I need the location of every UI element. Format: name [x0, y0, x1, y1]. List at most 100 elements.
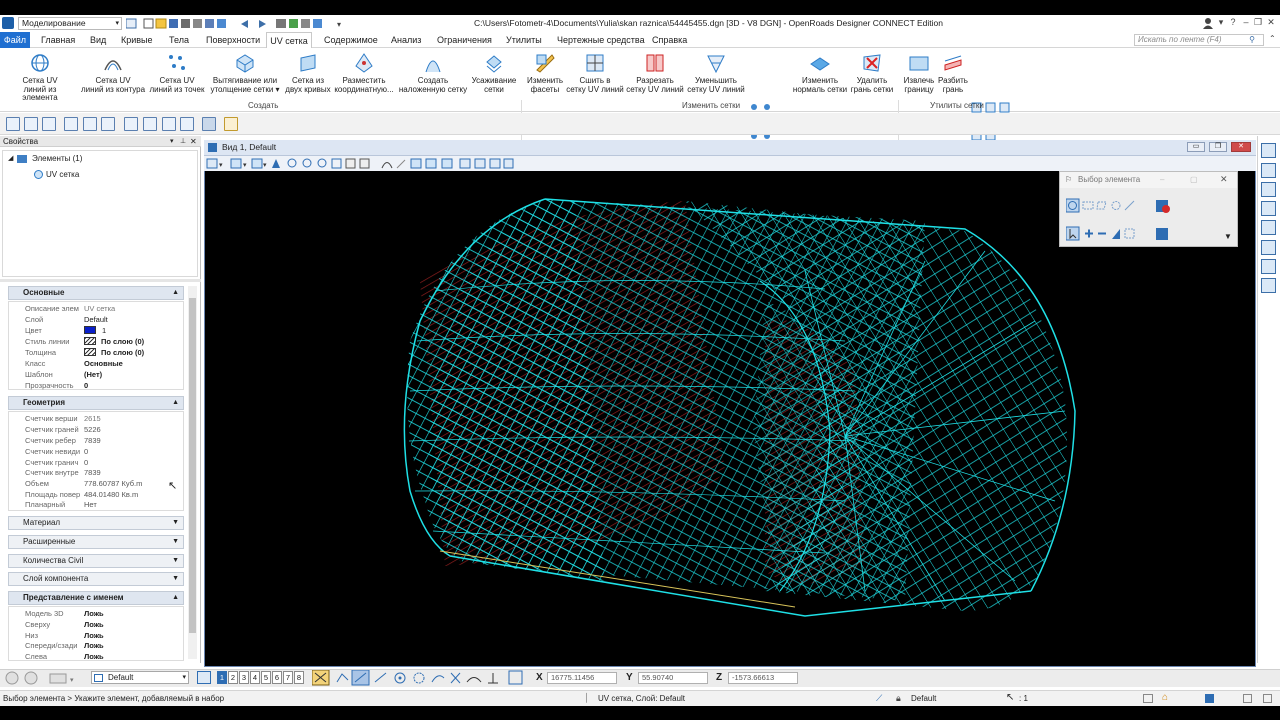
tool-icon-6[interactable]	[101, 117, 115, 131]
status-icon-1[interactable]	[1143, 694, 1153, 703]
tool-icon-1[interactable]	[6, 117, 20, 131]
prop-value[interactable]: По слою (0)	[101, 347, 144, 358]
tree-root-label[interactable]: Элементы (1)	[32, 154, 82, 164]
prop-value[interactable]: (Нет)	[84, 369, 102, 380]
picker-expand-icon[interactable]: ▼	[1224, 232, 1232, 241]
tool-icon-5[interactable]	[83, 117, 97, 131]
quick-access-icons[interactable]: ▾	[125, 18, 344, 29]
picker-minimize-icon[interactable]: –	[1160, 172, 1164, 187]
uv-mesh-tunnel[interactable]	[403, 198, 1076, 617]
close-icon[interactable]: ✕	[1266, 17, 1276, 27]
place-coordinate-mesh-button[interactable]: Разместить координатную...	[329, 52, 399, 94]
ribbon-search-input[interactable]: Искать по ленте (F4) ⚲	[1134, 34, 1264, 46]
cut-mesh-button[interactable]: Разрезать сетку UV линий	[620, 52, 690, 94]
ribbon-collapse-icon[interactable]: ⌃	[1269, 34, 1276, 43]
user-icon[interactable]	[1202, 17, 1214, 29]
menu-file[interactable]: Файл	[0, 32, 30, 48]
viewport-3[interactable]: 3	[239, 671, 249, 684]
extrude-thicken-mesh-button[interactable]: Вытягивание или утолщение сетки ▾	[210, 52, 280, 94]
lock-icon[interactable]: 🔒︎	[896, 693, 901, 704]
menu-utilities[interactable]: Утилиты	[506, 32, 542, 48]
home-icon[interactable]: ⌂	[1162, 692, 1168, 703]
status-icon-3[interactable]	[1243, 694, 1252, 703]
view-minimize-icon[interactable]: ▭	[1187, 142, 1205, 152]
prop-value[interactable]: Ложь	[84, 651, 104, 660]
view-cube-icon-7[interactable]	[1261, 259, 1276, 274]
prop-value[interactable]: 0	[84, 380, 88, 391]
view-close-icon[interactable]: ✕	[1231, 142, 1251, 152]
snap-tools-icons[interactable]	[312, 670, 526, 686]
view-cube-icon-5[interactable]	[1261, 220, 1276, 235]
tool-icon-12[interactable]	[224, 117, 238, 131]
view-cube-icon-8[interactable]	[1261, 278, 1276, 293]
viewport-7[interactable]: 7	[283, 671, 293, 684]
section-material-header[interactable]: Материал ▼	[8, 516, 184, 530]
properties-scrollbar[interactable]	[188, 286, 197, 659]
scrollbar-thumb[interactable]	[189, 298, 196, 633]
view-cube-icon-4[interactable]	[1261, 201, 1276, 216]
workflow-dropdown[interactable]: Моделирование ▾	[18, 17, 122, 30]
prop-value[interactable]: Ложь	[84, 608, 104, 619]
measure-icon[interactable]: ⟋	[876, 693, 882, 704]
menu-uv-mesh[interactable]: UV сетка	[266, 32, 312, 48]
panel-close-icon[interactable]: ✕	[190, 136, 197, 147]
menu-solids[interactable]: Тела	[169, 32, 189, 48]
tool-icon-10[interactable]	[180, 117, 194, 131]
section-named-header[interactable]: Представление с именем ▲	[8, 591, 184, 605]
minimize-icon[interactable]: –	[1241, 17, 1251, 27]
menu-view[interactable]: Вид	[90, 32, 106, 48]
mesh-from-element-button[interactable]: Сетка UV линий из элемента	[5, 52, 75, 103]
menu-content[interactable]: Содержимое	[324, 32, 378, 48]
section-component-layer-header[interactable]: Слой компонента ▼	[8, 572, 184, 586]
view-cube-icon-3[interactable]	[1261, 182, 1276, 197]
mesh-from-points-button[interactable]: Сетка UV линий из точек	[142, 52, 212, 94]
tool-icon-7[interactable]	[124, 117, 138, 131]
level-dropdown[interactable]: Default ▾	[91, 671, 189, 684]
section-geometry-header[interactable]: Геометрия ▲	[8, 396, 184, 410]
panel-menu-icon[interactable]: ▾	[170, 136, 174, 147]
tool-icon-2[interactable]	[24, 117, 38, 131]
tool-icon-4[interactable]	[64, 117, 78, 131]
help-icon[interactable]: ?	[1228, 17, 1238, 27]
viewport-5[interactable]: 5	[261, 671, 271, 684]
view-cube-icon-6[interactable]	[1261, 240, 1276, 255]
tool-icon-3[interactable]	[42, 117, 56, 131]
status-icon-4[interactable]	[1263, 694, 1272, 703]
select-all-icon[interactable]	[1156, 228, 1168, 240]
viewport-4[interactable]: 4	[250, 671, 260, 684]
prop-value[interactable]: Ложь	[84, 640, 104, 651]
tree-child-label[interactable]: UV сетка	[46, 170, 79, 180]
nav-back-forward-icons[interactable]: ▾	[5, 671, 85, 685]
pin-icon[interactable]: ⊥	[180, 136, 186, 147]
create-overlay-mesh-button[interactable]: Создать наложенную сетку	[398, 52, 468, 94]
viewport-8[interactable]: 8	[294, 671, 304, 684]
viewport-1[interactable]: 1	[217, 671, 227, 684]
z-coordinate-field[interactable]: -1573.66613	[728, 672, 798, 684]
menu-analysis[interactable]: Анализ	[391, 32, 421, 48]
tool-icon-8[interactable]	[143, 117, 157, 131]
reduce-mesh-button[interactable]: Уменьшить сетку UV линий	[681, 52, 751, 94]
menu-curves[interactable]: Кривые	[121, 32, 153, 48]
menu-help[interactable]: Справка	[652, 32, 687, 48]
tool-icon-11[interactable]	[202, 117, 216, 131]
color-swatch[interactable]	[84, 326, 96, 334]
y-coordinate-field[interactable]: 55.90740	[638, 672, 708, 684]
section-civil-quantities-header[interactable]: Количества Civil ▼	[8, 554, 184, 568]
view-cube-icon-1[interactable]	[1261, 143, 1276, 158]
restore-icon[interactable]: ❐	[1253, 17, 1263, 27]
view-restore-icon[interactable]: ❐	[1209, 142, 1227, 152]
selection-method-icons[interactable]	[1066, 226, 1146, 242]
section-extended-header[interactable]: Расширенные ▼	[8, 535, 184, 549]
split-face-button[interactable]: Разбить грань	[918, 52, 988, 94]
menu-surfaces[interactable]: Поверхности	[206, 32, 260, 48]
prop-value[interactable]: По слою (0)	[101, 336, 144, 347]
picker-close-icon[interactable]: ✕	[1220, 172, 1228, 187]
user-menu-chevron-icon[interactable]: ▾	[1216, 17, 1226, 27]
mesh-from-contour-button[interactable]: Сетка UV линий из контура	[78, 52, 148, 94]
status-icon-2[interactable]	[1205, 694, 1214, 703]
x-coordinate-field[interactable]: 16775.11456	[547, 672, 617, 684]
prop-value[interactable]: Default	[84, 314, 108, 325]
prop-value[interactable]: 1	[102, 325, 106, 336]
tree-expand-icon[interactable]: ◢	[8, 154, 13, 162]
viewport-6[interactable]: 6	[272, 671, 282, 684]
